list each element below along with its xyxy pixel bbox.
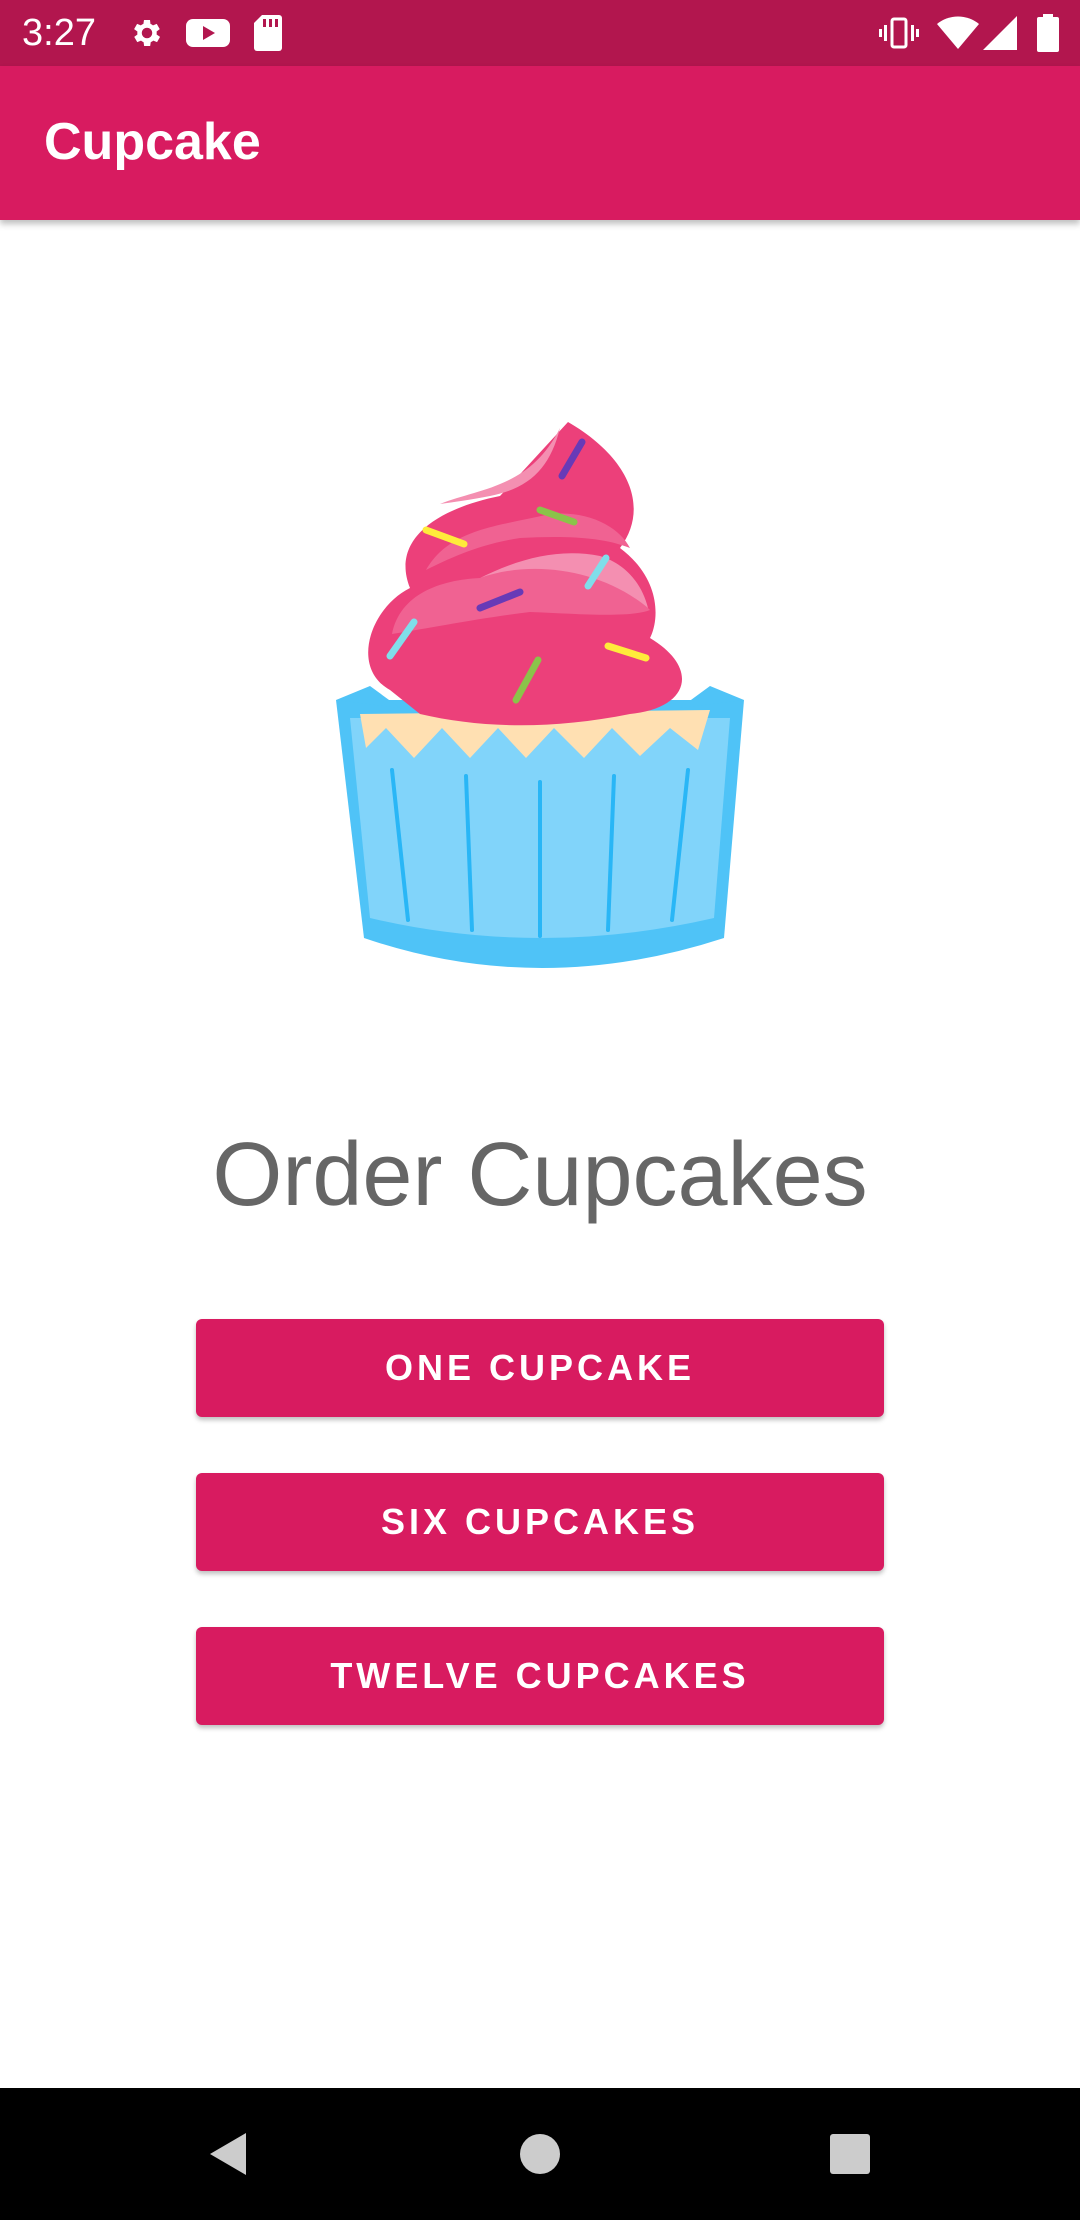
sd-card-icon: [250, 0, 286, 66]
recents-icon[interactable]: [810, 2114, 890, 2194]
back-icon[interactable]: [188, 2114, 268, 2194]
order-heading: Order Cupcakes: [212, 1125, 868, 1225]
signal-icon: [982, 0, 1018, 66]
vibrate-icon: [876, 0, 922, 66]
status-time: 3:27: [22, 12, 96, 54]
six-cupcakes-button[interactable]: SIX CUPCAKES: [196, 1473, 884, 1571]
youtube-icon: [184, 0, 232, 66]
screen: 3:27 Cupcake Order Cupcakes ONE CUPCAKE …: [0, 0, 1080, 2220]
wifi-icon: [936, 0, 980, 66]
battery-icon: [1034, 0, 1062, 66]
system-nav-bar: [0, 2088, 1080, 2220]
app-title: Cupcake: [44, 113, 261, 171]
gear-icon: [126, 0, 168, 66]
status-bar: 3:27: [0, 0, 1080, 66]
one-cupcake-button[interactable]: ONE CUPCAKE: [196, 1319, 884, 1417]
cupcake-image: [330, 418, 750, 978]
home-icon[interactable]: [500, 2114, 580, 2194]
app-bar: Cupcake: [0, 66, 1080, 220]
twelve-cupcakes-button[interactable]: TWELVE CUPCAKES: [196, 1627, 884, 1725]
